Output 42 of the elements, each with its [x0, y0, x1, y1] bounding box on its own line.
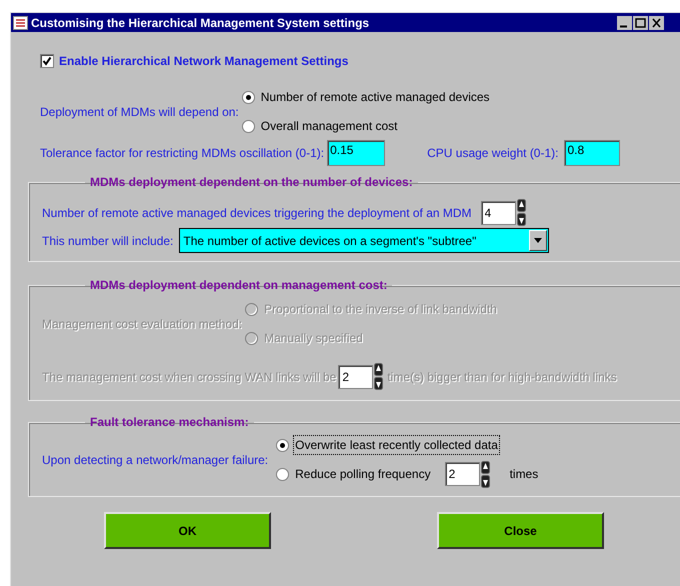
- dropdown[interactable]: The number of active devices on a segment's "subtree": [179, 228, 550, 253]
- checkbox-label: Enable Hierarchical Network Management Settings: [59, 53, 348, 70]
- group-title: MDMs deployment dependent on the number of devices:: [89, 174, 414, 191]
- radio-label: Overall management cost: [260, 118, 398, 135]
- radio-label: Number of remote active managed devices: [260, 89, 490, 106]
- field-label: time(s) bigger than for high-bandwidth links: [387, 368, 617, 386]
- maximize-icon[interactable]: [633, 16, 648, 30]
- app-icon: [13, 16, 28, 30]
- dialog-button[interactable]: OK: [104, 512, 271, 549]
- cpu-weight-field[interactable]: 0.8: [564, 140, 620, 166]
- minimize-icon[interactable]: [617, 16, 632, 30]
- group-title: Fault tolerance mechanism:: [89, 414, 250, 431]
- window-title: Customising the Hierarchical Management System settings: [31, 14, 370, 32]
- field-label: Number of remote active managed devices triggering the deployment of an MDM: [42, 204, 472, 222]
- spin-down-icon[interactable]: [480, 474, 490, 488]
- number-field[interactable]: 4: [480, 200, 516, 224]
- field-label: Tolerance factor for restricting MDMs oscillation (0-1):: [40, 145, 324, 162]
- field-label: times: [510, 466, 538, 483]
- checkbox[interactable]: [40, 54, 54, 68]
- radio-label: Manually specified: [264, 330, 363, 347]
- radio-label: Proportional to the inverse of link bandwidth: [264, 301, 497, 318]
- field-label: Management cost evaluation method:: [42, 316, 242, 332]
- field-label: Upon detecting a network/manager failure:: [42, 452, 268, 468]
- number-field[interactable]: 2: [444, 462, 480, 486]
- tolerance-field[interactable]: 0.15: [327, 140, 386, 166]
- spin-down-icon[interactable]: [516, 213, 526, 226]
- close-icon[interactable]: [649, 16, 664, 30]
- radio-label: Reduce polling frequency: [294, 466, 432, 483]
- radio-button[interactable]: [242, 120, 255, 132]
- dialog-button[interactable]: Close: [437, 512, 604, 549]
- field-label: CPU usage weight (0-1):: [427, 145, 558, 162]
- field-label: The management cost when crossing WAN links will be: [42, 368, 336, 386]
- field-label: Deployment of MDMs will depend on:: [40, 104, 239, 120]
- group-title: MDMs deployment dependent on management cost:: [89, 277, 388, 294]
- field-label: This number will include:: [42, 232, 174, 250]
- dropdown-arrow-icon: [534, 238, 542, 243]
- spin-up-icon[interactable]: [480, 460, 490, 474]
- radio-button[interactable]: [276, 468, 290, 480]
- radio-button[interactable]: [242, 90, 255, 104]
- radio-button[interactable]: [276, 438, 290, 452]
- radio-label: Overwrite least recently collected data: [293, 435, 500, 455]
- spin-up-icon[interactable]: [516, 199, 526, 212]
